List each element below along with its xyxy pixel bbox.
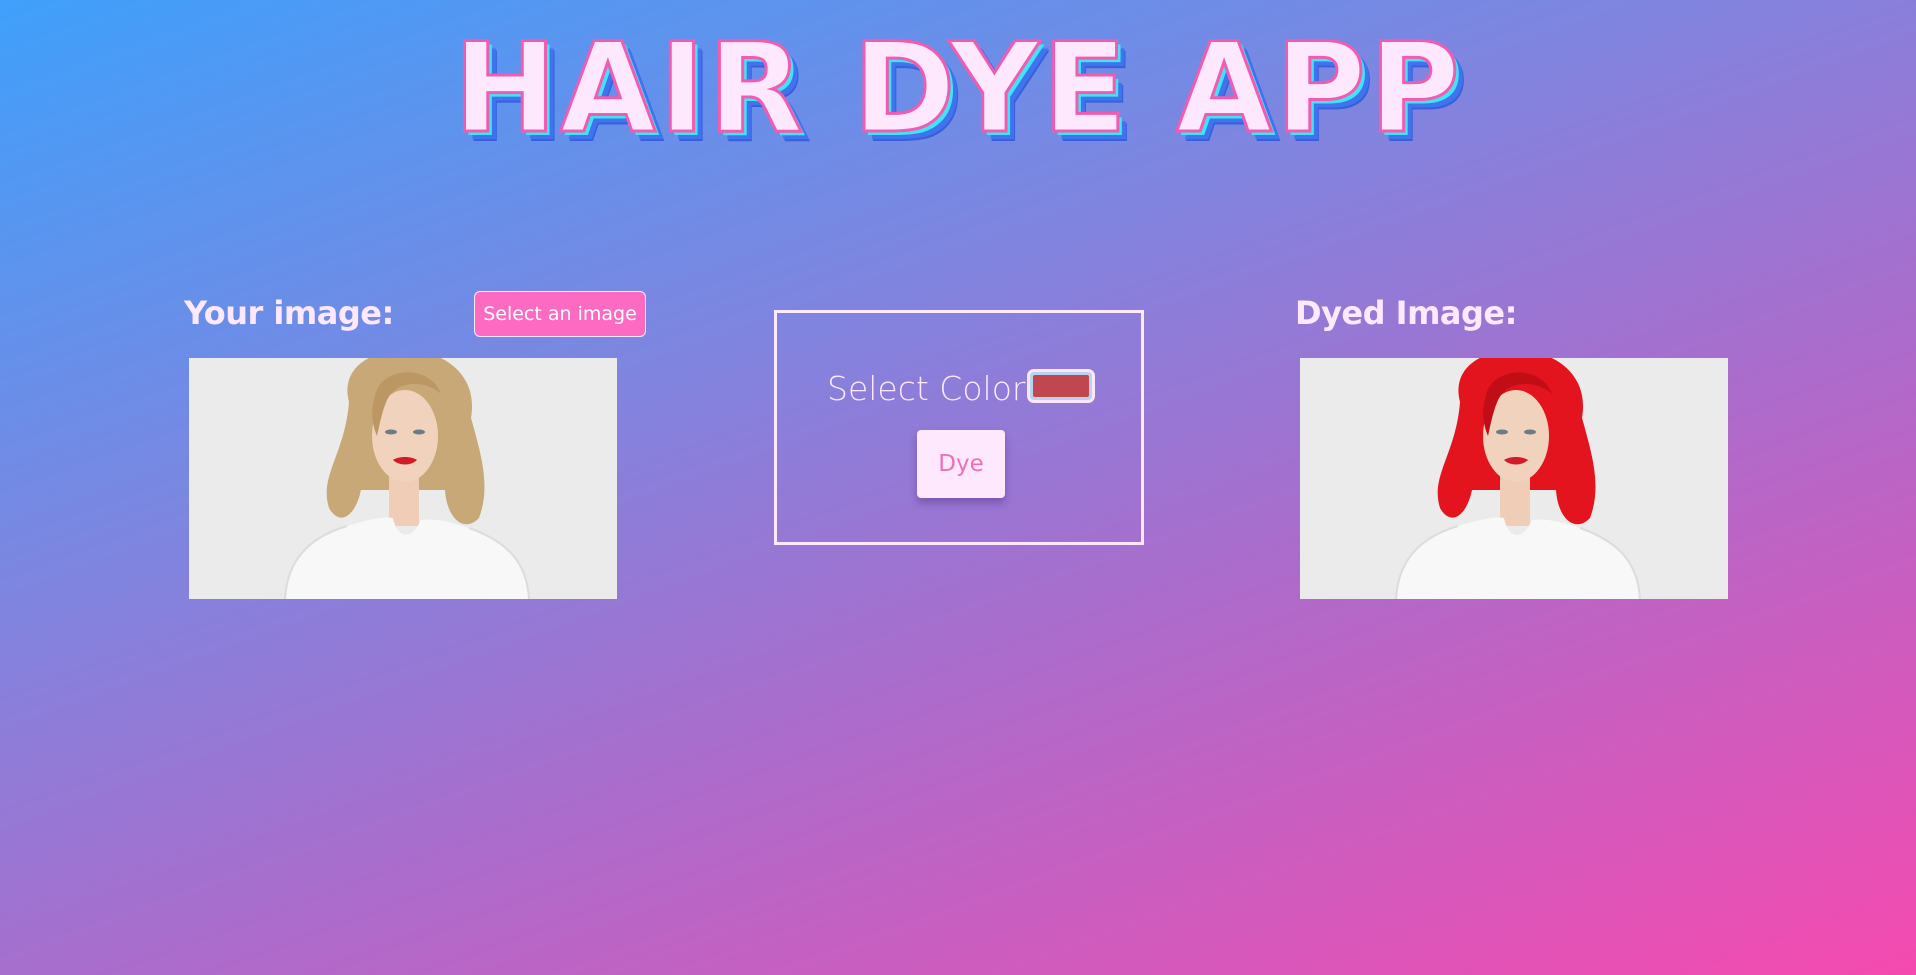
- select-image-button[interactable]: Select an image: [474, 291, 646, 337]
- selected-color-swatch: [1033, 375, 1089, 397]
- app-title: HAIR DYE APP: [452, 16, 1463, 161]
- color-picker-input[interactable]: [1027, 369, 1095, 403]
- your-image-label: Your image:: [184, 294, 394, 332]
- dyed-image-label: Dyed Image:: [1295, 294, 1517, 332]
- dyed-image: [1300, 358, 1728, 599]
- original-image: [189, 358, 617, 599]
- select-color-label: Select Color: [827, 369, 1026, 408]
- color-panel: Select Color Dye: [774, 310, 1144, 545]
- dye-button[interactable]: Dye: [917, 430, 1005, 498]
- dyed-portrait-image: [1300, 358, 1728, 599]
- original-portrait-image: [189, 358, 617, 599]
